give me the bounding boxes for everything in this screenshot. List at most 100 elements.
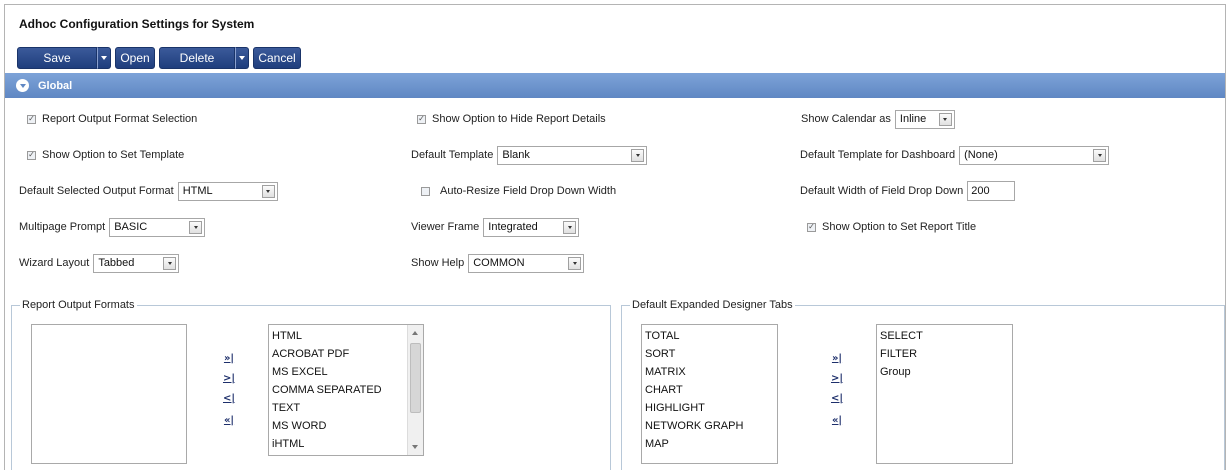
chevron-down-icon bbox=[261, 184, 275, 198]
chevron-down-icon bbox=[239, 56, 245, 60]
tabs-remove-all-button[interactable]: «| bbox=[829, 413, 845, 427]
delete-split-button: Delete bbox=[159, 47, 249, 69]
setting-label: Auto-Resize Field Drop Down Width bbox=[440, 185, 617, 197]
save-button[interactable]: Save bbox=[17, 47, 97, 69]
setting-label: Show Calendar as bbox=[801, 113, 891, 125]
save-split-button: Save bbox=[17, 47, 111, 69]
list-item[interactable]: MS EXCEL bbox=[269, 363, 423, 381]
auto-resize-checkbox[interactable] bbox=[421, 186, 430, 196]
list-item[interactable]: SELECT bbox=[877, 327, 1012, 345]
list-item[interactable]: Group bbox=[877, 363, 1012, 381]
setting-default-width: Default Width of Field Drop Down 200 bbox=[800, 181, 1016, 201]
dashboard-template-select[interactable]: (None) bbox=[959, 145, 1110, 165]
list-item[interactable]: HTML bbox=[269, 327, 423, 345]
chevron-down-icon bbox=[563, 220, 577, 234]
setting-label: Show Option to Set Template bbox=[42, 149, 185, 161]
tabs-remove-button[interactable]: <| bbox=[829, 391, 845, 405]
default-template-select[interactable]: Blank bbox=[497, 145, 648, 165]
setting-label: Show Help bbox=[411, 257, 465, 269]
tabs-add-button[interactable]: >| bbox=[829, 371, 845, 385]
remove-button[interactable]: <| bbox=[221, 391, 237, 405]
setting-default-output-format: Default Selected Output Format HTML bbox=[19, 181, 278, 201]
list-item[interactable]: MATRIX bbox=[642, 363, 777, 381]
list-item[interactable]: iHTML bbox=[269, 435, 423, 453]
calendar-select[interactable]: Inline bbox=[894, 109, 955, 129]
select-value: Blank bbox=[502, 149, 530, 161]
select-value: Inline bbox=[899, 113, 927, 125]
add-all-button[interactable]: »| bbox=[221, 351, 237, 365]
setting-set-template: ✓ Show Option to Set Template bbox=[27, 145, 184, 165]
setting-show-calendar: Show Calendar as Inline bbox=[801, 109, 955, 129]
cancel-button[interactable]: Cancel bbox=[253, 47, 301, 69]
select-value: HTML bbox=[182, 185, 213, 197]
setting-report-title: ✓ Show Option to Set Report Title bbox=[807, 217, 976, 237]
config-window: Adhoc Configuration Settings for System … bbox=[4, 4, 1226, 470]
open-button[interactable]: Open bbox=[115, 47, 155, 69]
scroll-thumb[interactable] bbox=[410, 343, 421, 413]
default-width-input[interactable]: 200 bbox=[967, 181, 1016, 201]
list-item[interactable]: SORT bbox=[642, 345, 777, 363]
available-output-formats-list[interactable] bbox=[31, 324, 187, 464]
select-value: COMMON bbox=[473, 257, 525, 269]
list-item[interactable]: FILTER bbox=[877, 345, 1012, 363]
setting-label: Default Template bbox=[411, 149, 494, 161]
chevron-down-icon bbox=[568, 256, 582, 270]
setting-label: Wizard Layout bbox=[19, 257, 90, 269]
list-item[interactable]: TOTAL bbox=[642, 327, 777, 345]
chevron-down-icon bbox=[101, 56, 107, 60]
list-item[interactable]: HIGHLIGHT bbox=[642, 399, 777, 417]
report-title-checkbox[interactable]: ✓ bbox=[807, 222, 816, 232]
chevron-down-icon bbox=[938, 112, 952, 126]
delete-dropdown-button[interactable] bbox=[235, 47, 249, 69]
viewer-frame-select[interactable]: Integrated bbox=[483, 217, 580, 237]
toolbar: Save Open Delete Cancel bbox=[17, 45, 305, 71]
chevron-down-icon bbox=[163, 256, 177, 270]
output-format-select[interactable]: HTML bbox=[177, 181, 278, 201]
list-item[interactable]: NETWORK GRAPH bbox=[642, 417, 777, 435]
setting-multipage-prompt: Multipage Prompt BASIC bbox=[19, 217, 206, 237]
list-item[interactable]: ACROBAT PDF bbox=[269, 345, 423, 363]
scroll-down-icon[interactable] bbox=[412, 445, 418, 449]
list-item[interactable]: MS WORD bbox=[269, 417, 423, 435]
collapse-icon[interactable] bbox=[16, 79, 29, 92]
setting-label: Default Template for Dashboard bbox=[800, 149, 956, 161]
add-button[interactable]: >| bbox=[221, 371, 237, 385]
select-value: BASIC bbox=[114, 221, 148, 233]
setting-report-output-format-selection: ✓ Report Output Format Selection bbox=[27, 109, 197, 129]
list-scrollbar[interactable] bbox=[407, 325, 423, 455]
setting-label: Multipage Prompt bbox=[19, 221, 106, 233]
page-title: Adhoc Configuration Settings for System bbox=[19, 17, 255, 31]
group-legend: Default Expanded Designer Tabs bbox=[632, 299, 793, 311]
list-item[interactable]: TEXT bbox=[269, 399, 423, 417]
set-template-checkbox[interactable]: ✓ bbox=[27, 150, 36, 160]
report-output-format-checkbox[interactable]: ✓ bbox=[27, 114, 36, 124]
chevron-down-icon bbox=[1093, 148, 1107, 162]
select-value: (None) bbox=[964, 149, 998, 161]
selected-designer-tabs-list[interactable]: SELECT FILTER Group bbox=[876, 324, 1013, 464]
setting-label: Default Width of Field Drop Down bbox=[800, 185, 964, 197]
delete-button[interactable]: Delete bbox=[159, 47, 235, 69]
list-item[interactable]: COMMA SEPARATED bbox=[269, 381, 423, 399]
setting-label: Show Option to Set Report Title bbox=[822, 221, 977, 233]
remove-all-button[interactable]: «| bbox=[221, 413, 237, 427]
show-help-select[interactable]: COMMON bbox=[468, 253, 585, 273]
available-designer-tabs-list[interactable]: TOTAL SORT MATRIX CHART HIGHLIGHT NETWORK GRA… bbox=[641, 324, 778, 464]
setting-label: Show Option to Hide Report Details bbox=[432, 113, 606, 125]
selected-output-formats-list[interactable]: HTML ACROBAT PDF MS EXCEL COMMA SEPARATED TE… bbox=[268, 324, 424, 456]
scroll-up-icon[interactable] bbox=[412, 331, 418, 335]
chevron-down-icon bbox=[189, 220, 203, 234]
select-value: Integrated bbox=[488, 221, 538, 233]
setting-show-help: Show Help COMMON bbox=[411, 253, 585, 273]
hide-details-checkbox[interactable]: ✓ bbox=[417, 114, 426, 124]
setting-label: Default Selected Output Format bbox=[19, 185, 174, 197]
setting-wizard-layout: Wizard Layout Tabbed bbox=[19, 253, 180, 273]
tabs-add-all-button[interactable]: »| bbox=[829, 351, 845, 365]
save-dropdown-button[interactable] bbox=[97, 47, 111, 69]
setting-default-template-dashboard: Default Template for Dashboard (None) bbox=[800, 145, 1110, 165]
wizard-layout-select[interactable]: Tabbed bbox=[93, 253, 180, 273]
global-section-header[interactable]: Global bbox=[5, 73, 1225, 98]
list-item[interactable]: MAP bbox=[642, 435, 777, 453]
list-item[interactable]: CHART bbox=[642, 381, 777, 399]
setting-auto-resize: Auto-Resize Field Drop Down Width bbox=[421, 181, 616, 201]
multipage-prompt-select[interactable]: BASIC bbox=[109, 217, 206, 237]
